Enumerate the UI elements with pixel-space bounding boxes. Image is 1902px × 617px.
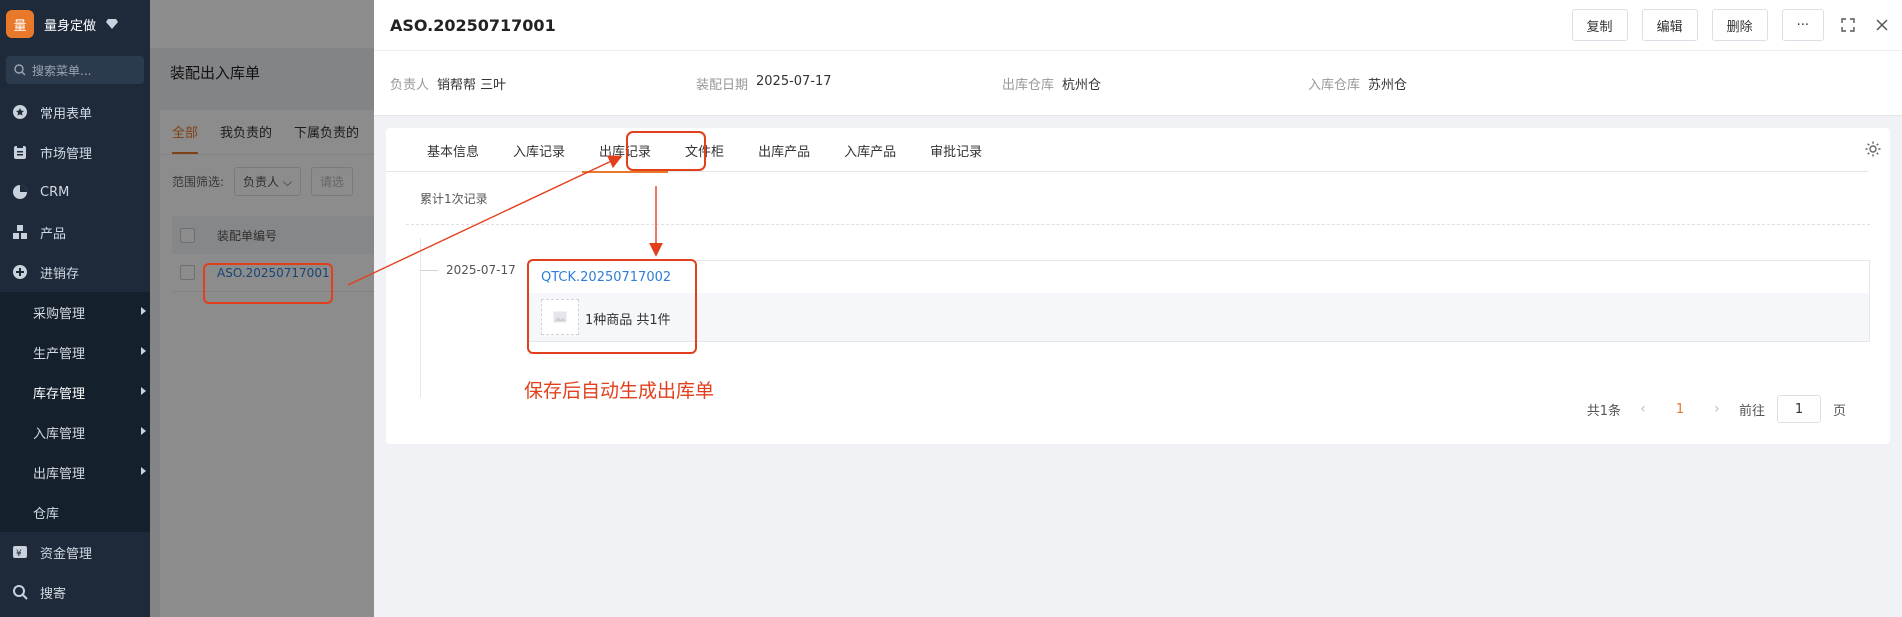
- sidebar-item-label: 进销存: [40, 266, 80, 282]
- diamond-icon: [106, 19, 119, 29]
- caret-right-icon: [141, 387, 146, 395]
- pagination: 共1条 ‹ 1 › 前往 页: [1587, 395, 1846, 423]
- sidebar-subitem-warehouse[interactable]: 仓库: [0, 492, 150, 532]
- brand-name: 量身定做: [44, 18, 97, 34]
- search-icon: [14, 64, 26, 76]
- sidebar-item-finance[interactable]: ¥ 资金管理: [0, 532, 150, 572]
- summary-value: 杭州仓: [1062, 77, 1102, 93]
- sidebar-subitem-label: 仓库: [33, 506, 60, 522]
- sidebar-item-label: 市场管理: [40, 146, 93, 162]
- detail-drawer: ASO.20250717001 复制 编辑 删除 ··· 负责人 销帮帮 三叶 装…: [374, 0, 1902, 617]
- star-icon: [12, 104, 28, 120]
- highlight-box-record: [527, 259, 697, 354]
- sidebar-subitem-production[interactable]: 生产管理: [0, 332, 150, 372]
- annotation-text: 保存后自动生成出库单: [524, 380, 715, 402]
- page-number-current[interactable]: 1: [1665, 402, 1695, 417]
- divider: [406, 224, 1870, 225]
- next-page-icon[interactable]: ›: [1707, 401, 1727, 417]
- pagination-total: 共1条: [1586, 403, 1621, 419]
- caret-right-icon: [141, 427, 146, 435]
- sidebar-subitem-label: 出库管理: [33, 466, 86, 482]
- highlight-box-row: [203, 263, 333, 304]
- summary-owner: 负责人 销帮帮 三叶: [390, 74, 696, 93]
- record-body: 1种商品 共1件: [529, 293, 1869, 341]
- goto-label: 前往: [1738, 403, 1765, 419]
- drawer-header: ASO.20250717001 复制 编辑 删除 ···: [374, 0, 1902, 50]
- sidebar-subitem-outbound[interactable]: 出库管理: [0, 452, 150, 492]
- finance-icon: ¥: [12, 544, 28, 560]
- sidebar-item-crm[interactable]: CRM: [0, 172, 150, 212]
- caret-right-icon: [141, 307, 146, 315]
- page-suffix: 页: [1832, 403, 1846, 419]
- sidebar-item-label: 常用表单: [40, 106, 93, 122]
- caret-right-icon: [141, 467, 146, 475]
- summary-label: 装配日期: [696, 77, 749, 93]
- outbound-record-card[interactable]: QTCK.20250717002 1种商品 共1件: [528, 260, 1870, 342]
- sidebar-item-label: 搜寄: [40, 586, 67, 602]
- summary-assembly-date: 装配日期 2025-07-17: [696, 74, 1002, 93]
- fullscreen-icon[interactable]: [1838, 15, 1858, 35]
- prev-page-icon[interactable]: ‹: [1633, 401, 1653, 417]
- sidebar-item-label: 产品: [40, 226, 67, 242]
- detail-card: 基本信息 入库记录 出库记录 文件柜 出库产品 入库产品 审批记录 累计1次记录…: [386, 128, 1890, 444]
- sidebar: 量 量身定做 搜索菜单... 常用表单 市场管理 CRM 产品 进销存 采购管理…: [0, 0, 150, 617]
- tab-inbound-products[interactable]: 入库产品: [827, 128, 913, 172]
- sidebar-subitem-purchase[interactable]: 采购管理: [0, 292, 150, 332]
- timeline-date: 2025-07-17: [446, 263, 516, 277]
- copy-button[interactable]: 复制: [1571, 9, 1628, 41]
- svg-text:¥: ¥: [16, 549, 22, 559]
- records-count: 累计1次记录: [420, 192, 488, 206]
- summary-label: 出库仓库: [1002, 77, 1055, 93]
- header-actions: 复制 编辑 删除 ···: [1571, 9, 1902, 41]
- sidebar-subitem-label: 入库管理: [33, 426, 86, 442]
- sidebar-subitem-label: 生产管理: [33, 346, 86, 362]
- detail-tabs: 基本信息 入库记录 出库记录 文件柜 出库产品 入库产品 审批记录: [386, 128, 1868, 173]
- sidebar-subitem-label: 采购管理: [33, 306, 86, 322]
- timeline-line: [420, 238, 421, 398]
- crm-icon: [12, 184, 28, 200]
- delete-button[interactable]: 删除: [1711, 9, 1768, 41]
- sidebar-item-label: CRM: [40, 184, 70, 200]
- close-icon[interactable]: [1872, 15, 1892, 35]
- sidebar-item-market[interactable]: 市场管理: [0, 132, 150, 172]
- sidebar-subitem-inbound[interactable]: 入库管理: [0, 412, 150, 452]
- menu-search-input[interactable]: 搜索菜单...: [6, 56, 144, 84]
- tab-approval-records[interactable]: 审批记录: [913, 128, 999, 172]
- menu-search-placeholder: 搜索菜单...: [32, 63, 92, 78]
- summary-value: 苏州仓: [1368, 77, 1408, 93]
- sidebar-item-favorites[interactable]: 常用表单: [0, 92, 150, 132]
- summary-outbound-warehouse: 出库仓库 杭州仓: [1002, 74, 1308, 93]
- more-button[interactable]: ···: [1781, 9, 1824, 41]
- caret-right-icon: [141, 347, 146, 355]
- sidebar-item-inventory[interactable]: 进销存: [0, 252, 150, 292]
- sidebar-subitem-label: 库存管理: [33, 386, 86, 402]
- sidebar-item-product[interactable]: 产品: [0, 212, 150, 252]
- timeline-tick: [420, 270, 438, 271]
- highlight-box-tab: [626, 131, 706, 171]
- summary-value: 2025-07-17: [756, 73, 832, 89]
- brand[interactable]: 量 量身定做: [0, 0, 150, 48]
- summary-label: 入库仓库: [1308, 77, 1361, 93]
- tab-inbound-records[interactable]: 入库记录: [496, 128, 582, 172]
- summary-label: 负责人: [390, 77, 430, 93]
- sidebar-item-label: 资金管理: [40, 546, 93, 562]
- edit-button[interactable]: 编辑: [1641, 9, 1698, 41]
- brand-logo: 量: [6, 10, 34, 38]
- sidebar-subitem-stock[interactable]: 库存管理: [0, 372, 150, 412]
- summary-value: 销帮帮 三叶: [437, 77, 507, 93]
- market-icon: [12, 144, 28, 160]
- search-icon: [12, 584, 28, 600]
- goto-page-input[interactable]: [1776, 395, 1821, 423]
- tab-basic-info[interactable]: 基本信息: [410, 128, 496, 172]
- summary-bar: 负责人 销帮帮 三叶 装配日期 2025-07-17 出库仓库 杭州仓 入库仓库 苏州仓: [374, 50, 1902, 116]
- settings-gear-icon[interactable]: [1864, 140, 1882, 158]
- summary-inbound-warehouse: 入库仓库 苏州仓: [1308, 74, 1614, 93]
- sidebar-item-search[interactable]: 搜寄: [0, 572, 150, 612]
- inventory-icon: [12, 264, 28, 280]
- tab-outbound-products[interactable]: 出库产品: [741, 128, 827, 172]
- drawer-title: ASO.20250717001: [390, 15, 556, 35]
- inventory-submenu: 采购管理 生产管理 库存管理 入库管理 出库管理 仓库: [0, 292, 150, 532]
- product-icon: [12, 224, 28, 240]
